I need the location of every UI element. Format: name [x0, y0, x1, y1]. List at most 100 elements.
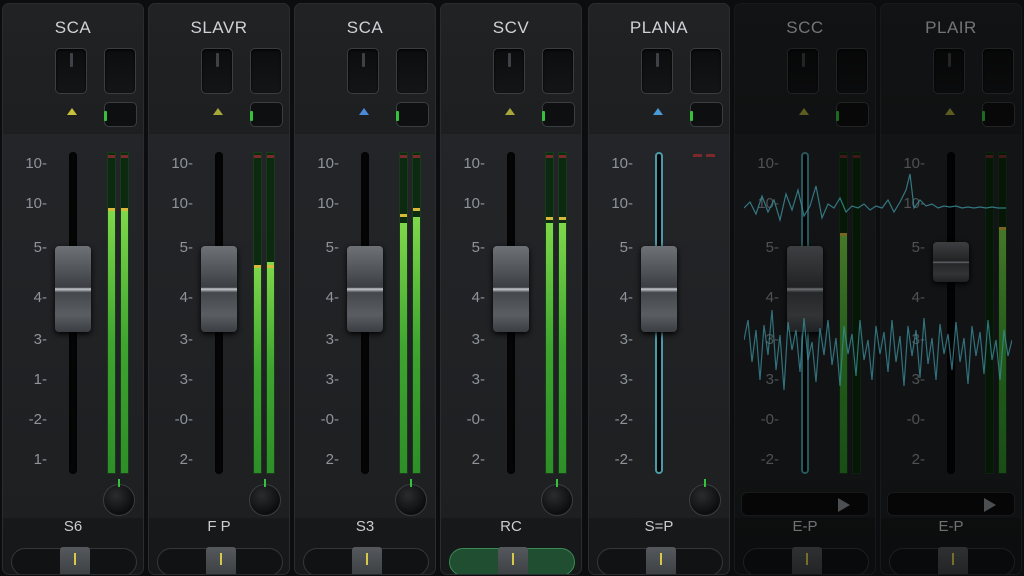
record-button[interactable]: [542, 102, 575, 127]
level-meter-fill: [840, 236, 847, 473]
pan-slider[interactable]: [303, 547, 429, 574]
clip-indicator: [400, 155, 407, 158]
gain-knob[interactable]: [689, 479, 721, 516]
volume-fader-handle[interactable]: [787, 246, 823, 332]
play-icon[interactable]: [838, 498, 850, 512]
io-label: F P: [207, 518, 231, 535]
level-meter: [998, 152, 1007, 474]
peak-hold-indicator: [840, 233, 847, 237]
level-meter: [706, 152, 715, 474]
record-button[interactable]: [396, 102, 429, 127]
solo-button[interactable]: [104, 48, 136, 94]
db-scale-label: 1-: [33, 371, 47, 388]
pan-slider-handle[interactable]: [352, 547, 382, 574]
mute-button[interactable]: [933, 48, 965, 94]
channel-name: SCV: [492, 18, 530, 37]
peak-hold-indicator: [559, 217, 566, 221]
solo-button[interactable]: [542, 48, 574, 94]
pan-slider[interactable]: [597, 547, 723, 574]
pan-slider-handle[interactable]: [60, 547, 90, 574]
db-scale-label: -2-: [614, 411, 633, 428]
pan-slider[interactable]: [157, 547, 283, 574]
channel-name: SCC: [786, 18, 824, 37]
play-bar[interactable]: [741, 492, 869, 516]
pan-slider-handle[interactable]: [206, 547, 236, 574]
record-button[interactable]: [982, 102, 1015, 127]
clip-indicator: [853, 155, 860, 158]
level-meter: [253, 152, 262, 474]
db-scale-label: 10-: [757, 195, 779, 212]
db-scale: 10- 10- 5- 4- 3- 3- -0- 2-: [295, 134, 339, 518]
volume-fader-handle[interactable]: [347, 246, 383, 332]
volume-fader-handle[interactable]: [55, 246, 91, 332]
db-scale-label: 10-: [903, 155, 925, 172]
db-scale-label: 4-: [471, 289, 485, 306]
volume-fader-handle[interactable]: [201, 246, 237, 332]
db-scale-label: -0-: [174, 411, 193, 428]
mute-button[interactable]: [347, 48, 379, 94]
pan-slider-handle[interactable]: [498, 547, 528, 574]
mixer-console: SCA 10- 10- 5- 4- 3- 1- -2- 1- S6 SLAVR 10- 10- 5- 4- 3…: [0, 0, 1024, 576]
pan-slider[interactable]: [889, 547, 1015, 574]
db-scale-label: 3-: [911, 371, 925, 388]
db-scale: 10- 10- 5- 4- 3- 3- -0- 2-: [149, 134, 193, 518]
db-scale-label: 10-: [611, 155, 633, 172]
volume-fader-handle[interactable]: [493, 246, 529, 332]
peak-hold-indicator: [267, 265, 274, 269]
play-icon[interactable]: [984, 498, 996, 512]
db-scale-label: 3-: [471, 371, 485, 388]
db-scale-label: 3-: [765, 371, 779, 388]
level-meter-fill: [559, 223, 566, 473]
peak-hold-indicator: [108, 207, 115, 211]
level-meter: [985, 152, 994, 474]
gain-knob[interactable]: [249, 479, 281, 516]
clip-indicator: [706, 154, 715, 157]
clip-indicator: [546, 155, 553, 158]
db-scale-label: 10-: [757, 155, 779, 172]
solo-button[interactable]: [250, 48, 282, 94]
pan-slider-handle[interactable]: [792, 547, 822, 574]
clip-indicator: [986, 155, 993, 158]
record-button[interactable]: [836, 102, 869, 127]
channel-name: SLAVR: [190, 18, 248, 37]
mute-button[interactable]: [493, 48, 525, 94]
input-arrow-icon: [359, 108, 369, 115]
solo-button[interactable]: [396, 48, 428, 94]
level-meter-fill: [254, 265, 261, 473]
pan-slider[interactable]: [449, 547, 575, 574]
volume-fader-handle[interactable]: [933, 242, 969, 282]
mute-button[interactable]: [787, 48, 819, 94]
db-scale-label: 10-: [903, 195, 925, 212]
level-meter: [545, 152, 554, 474]
gain-knob[interactable]: [395, 479, 427, 516]
gain-knob[interactable]: [541, 479, 573, 516]
mute-button[interactable]: [641, 48, 673, 94]
input-arrow-icon: [945, 108, 955, 115]
record-button[interactable]: [690, 102, 723, 127]
level-meter-fill: [267, 261, 274, 473]
pan-slider[interactable]: [743, 547, 869, 574]
channel-strip: SCC 10- 10- 5- 4- 3- 3- -0- -2- E-P: [734, 3, 876, 575]
pan-slider[interactable]: [11, 547, 137, 574]
db-scale-label: 3-: [619, 331, 633, 348]
db-scale-label: 10-: [463, 195, 485, 212]
db-scale-label: 4-: [325, 289, 339, 306]
db-scale-label: 3-: [325, 331, 339, 348]
pan-slider-handle[interactable]: [938, 547, 968, 574]
fader-track[interactable]: [947, 152, 955, 474]
peak-hold-indicator: [121, 207, 128, 211]
mute-button[interactable]: [55, 48, 87, 94]
db-scale-label: -0-: [320, 411, 339, 428]
mute-button[interactable]: [201, 48, 233, 94]
solo-button[interactable]: [982, 48, 1014, 94]
record-button[interactable]: [250, 102, 283, 127]
record-button[interactable]: [104, 102, 137, 127]
channel-name: SCA: [346, 18, 384, 37]
gain-knob[interactable]: [103, 479, 135, 516]
pan-slider-handle[interactable]: [646, 547, 676, 574]
fader-panel: 10- 10- 5- 4- 3- 3- -2- -2-: [589, 134, 729, 518]
solo-button[interactable]: [836, 48, 868, 94]
solo-button[interactable]: [690, 48, 722, 94]
play-bar[interactable]: [887, 492, 1015, 516]
volume-fader-handle[interactable]: [641, 246, 677, 332]
